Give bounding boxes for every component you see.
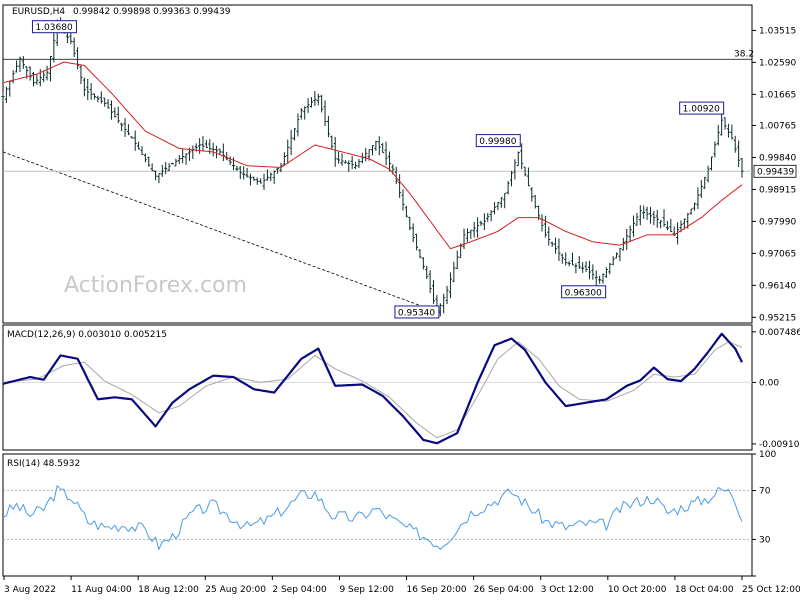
time-tick-label: 26 Sep 04:00: [474, 585, 534, 595]
rsi-tick-label: 100: [759, 450, 776, 460]
time-tick-label: 3 Aug 2022: [4, 585, 56, 595]
time-tick-label: 3 Oct 12:00: [541, 585, 594, 595]
price-annotation: 0.96300: [561, 285, 607, 299]
macd-label: MACD(12,26,9) 0.003010 0.005215: [7, 330, 167, 340]
price-tick-label: 1.01665: [759, 90, 796, 100]
price-tick-label: 0.96140: [759, 281, 796, 291]
current-price-tag: 0.99439: [753, 164, 797, 178]
chart-canvas: ActionForex.com 38.2 1.03680 0.95340 0.999…: [1, 4, 800, 595]
annotation-label: 0.95340: [398, 308, 435, 318]
time-axis: 3 Aug 2022 11 Aug 04:00 18 Aug 12:00 25 Aug…: [3, 576, 800, 595]
ohlc-values: 0.99842 0.99898 0.99363 0.99439: [73, 7, 231, 17]
macd-panel: [2, 324, 753, 451]
time-tick-label: 2 Sep 04:00: [272, 585, 327, 595]
macd-tick-label: -0.009104: [759, 440, 800, 450]
price-axis: 1.03515 1.02590 1.01665 1.00765 0.99840 0.989…: [752, 26, 796, 323]
rsi-tick-label: 70: [759, 487, 771, 497]
price-tick-label: 1.03515: [759, 26, 796, 36]
price-tick-label: 0.98915: [759, 185, 796, 195]
fib-level-label: 38.2: [734, 49, 754, 59]
annotation-label: 1.03680: [35, 23, 72, 33]
price-tick-label: 0.95215: [759, 313, 796, 323]
price-tick-label: 0.97065: [759, 249, 796, 259]
macd-tick-label: 0.007486: [759, 328, 800, 338]
current-price-label: 0.99439: [757, 167, 794, 177]
price-annotation: 0.95340: [394, 305, 440, 319]
macd-tick-label: 0.00: [759, 378, 779, 388]
time-tick-label: 9 Sep 12:00: [339, 585, 394, 595]
price-tick-label: 1.00765: [759, 121, 796, 131]
price-annotation: 0.99980: [475, 134, 521, 148]
time-tick-label: 10 Oct 20:00: [608, 585, 667, 595]
price-annotation: 1.00920: [679, 101, 725, 115]
annotation-label: 0.96300: [565, 288, 602, 298]
time-tick-label: 18 Oct 04:00: [675, 585, 734, 595]
watermark: ActionForex.com: [64, 273, 247, 298]
time-tick-label: 25 Oct 12:00: [742, 585, 800, 595]
price-annotation: 1.03680: [31, 20, 77, 34]
price-tick-label: 1.02590: [759, 58, 796, 68]
time-tick-label: 18 Aug 12:00: [138, 585, 199, 595]
annotation-label: 1.00920: [683, 105, 720, 115]
annotation-label: 0.99980: [479, 137, 516, 147]
time-tick-label: 16 Sep 20:00: [407, 585, 467, 595]
price-tick-label: 0.99840: [759, 153, 796, 163]
symbol-header: EURUSD,H4 0.99842 0.99898 0.99363 0.9943…: [12, 7, 231, 17]
rsi-panel: [2, 453, 753, 577]
symbol-label: EURUSD,H4: [12, 7, 65, 17]
macd-axis: 0.007486 0.00 -0.009104: [752, 328, 800, 450]
rsi-label: RSI(14) 48.5932: [7, 459, 80, 469]
price-tick-label: 0.97990: [759, 217, 796, 227]
rsi-tick-label: 30: [759, 535, 771, 545]
rsi-axis: 100 70 30: [752, 450, 776, 577]
time-tick-label: 25 Aug 20:00: [205, 585, 266, 595]
time-tick-label: 11 Aug 04:00: [71, 585, 132, 595]
